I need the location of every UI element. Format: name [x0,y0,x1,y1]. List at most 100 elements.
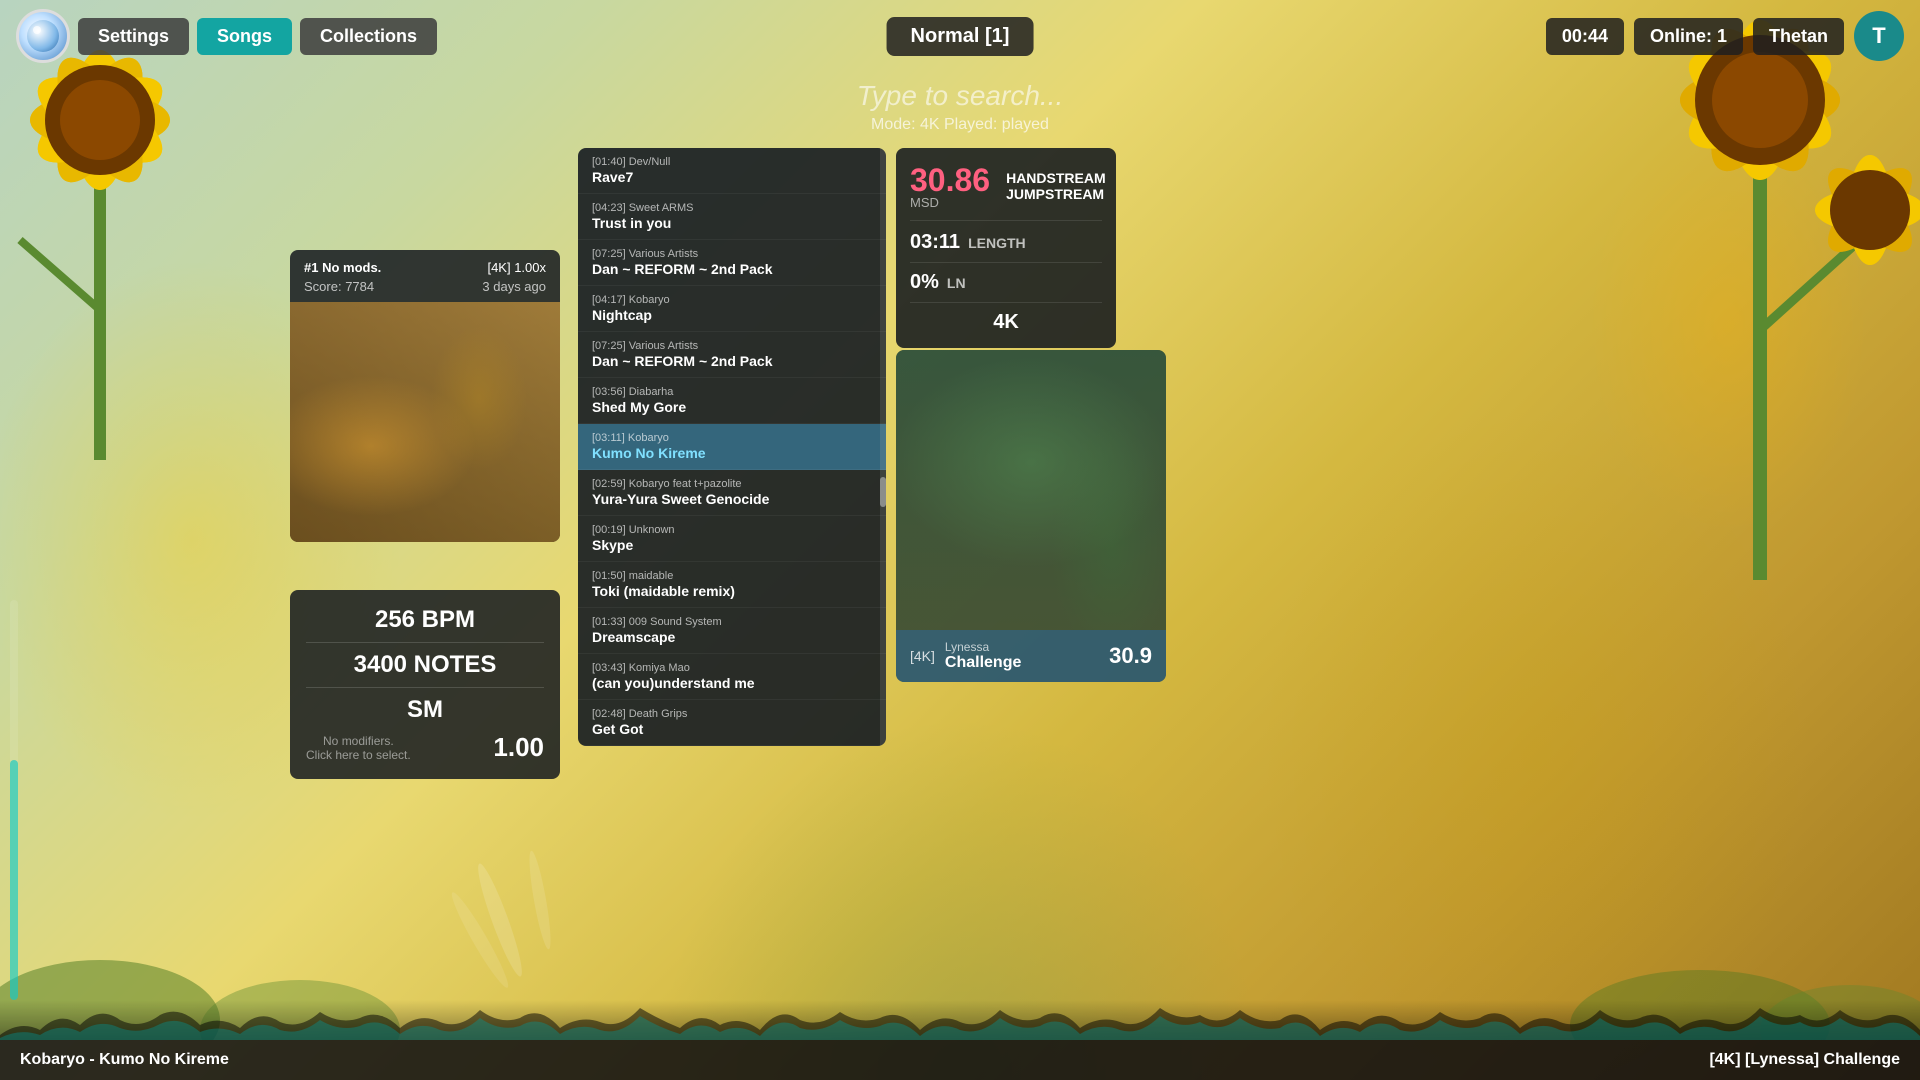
song-list-item[interactable]: [07:25] Various Artists Dan ~ REFORM ~ 2… [578,240,886,286]
diff-name: Challenge [945,654,1021,672]
songs-button[interactable]: Songs [197,18,292,55]
click-label: Click here to select. [306,748,411,762]
volume-bar[interactable] [10,600,18,1000]
settings-button[interactable]: Settings [78,18,189,55]
song-title: Get Got [592,721,872,737]
song-list-item[interactable]: [02:59] Kobaryo feat t+pazolite Yura-Yur… [578,470,886,516]
score-value-label: Score: 7784 [304,279,374,294]
song-list-panel: [01:40] Dev/Null Rave7 [04:23] Sweet ARM… [578,148,886,746]
song-list-item[interactable]: [03:43] Komiya Mao (can you)understand m… [578,654,886,700]
song-title: Dan ~ REFORM ~ 2nd Pack [592,353,872,369]
diff-footer: [4K] Lynessa Challenge 30.9 [896,630,1166,682]
score-label: Score: [304,279,342,294]
collections-button[interactable]: Collections [300,18,437,55]
msd-score: 30.86 [910,162,990,199]
song-list-item[interactable]: [07:25] Various Artists Dan ~ REFORM ~ 2… [578,332,886,378]
song-list-item[interactable]: [04:17] Kobaryo Nightcap [578,286,886,332]
tag-1: HANDSTREAM [1006,170,1106,186]
song-list-item[interactable]: [02:48] Death Grips Get Got [578,700,886,746]
song-artist: [00:19] Unknown [592,524,872,536]
diff-value: 30.9 [1109,643,1152,669]
song-artist: [03:11] Kobaryo [592,432,872,444]
logo-inner [27,20,59,52]
score-rate: [4K] 1.00x [487,260,546,275]
song-list-item[interactable]: [04:23] Sweet ARMS Trust in you [578,194,886,240]
score-thumbnail [290,302,560,542]
stat-rate-row: No modifiers. Click here to select. 1.00 [306,732,544,763]
score-panel: #1 No mods. [4K] 1.00x Score: 7784 3 day… [290,250,560,542]
song-artist: [04:17] Kobaryo [592,294,872,306]
username-label: Thetan [1769,26,1828,46]
stat-divider-1 [306,642,544,643]
song-title: Trust in you [592,215,872,231]
score-thumbnail-inner [290,302,560,542]
song-title: Dan ~ REFORM ~ 2nd Pack [592,261,872,277]
diff-thumbnail-inner [896,350,1166,630]
length-num: 03:11 [910,231,960,254]
online-badge: Online: 1 [1634,18,1743,55]
diff-info: Lynessa Challenge [945,640,1021,672]
search-meta: Mode: 4K Played: played [710,116,1210,134]
keys-section: 4K [910,302,1102,334]
rate-value: 1.00 [493,732,544,763]
volume-fill [10,760,18,1000]
song-title: Nightcap [592,307,872,323]
song-title: Dreamscape [592,629,872,645]
song-title: Shed My Gore [592,399,872,415]
username-badge[interactable]: Thetan [1753,18,1844,55]
waveform [0,1000,1920,1040]
song-list-item[interactable]: [01:33] 009 Sound System Dreamscape [578,608,886,654]
ln-label: LN [947,275,966,291]
timer-value: 00:44 [1562,26,1608,46]
song-artist: [01:33] 009 Sound System [592,616,872,628]
score-value: 7784 [345,279,374,294]
song-title: Toki (maidable remix) [592,583,872,599]
stat-rate-labels: No modifiers. Click here to select. [306,734,411,762]
song-list: [01:40] Dev/Null Rave7 [04:23] Sweet ARM… [578,148,886,746]
info-panel: 30.86 MSD HANDSTREAM JUMPSTREAM 03:11 LE… [896,148,1116,348]
topbar: Settings Songs Collections Normal [1] 00… [0,0,1920,72]
online-value: Online: 1 [1650,26,1727,46]
avatar[interactable]: T [1854,11,1904,61]
diff-creator: Lynessa [945,640,1021,654]
song-title: Rave7 [592,169,872,185]
song-artist: [04:23] Sweet ARMS [592,202,872,214]
status-diff-info: [4K] [Lynessa] Challenge [1709,1051,1900,1069]
score-date: 3 days ago [482,279,546,294]
song-artist: [02:48] Death Grips [592,708,872,720]
diff-panel[interactable]: [4K] Lynessa Challenge 30.9 [896,350,1166,682]
song-list-item[interactable]: [01:50] maidable Toki (maidable remix) [578,562,886,608]
ln-row: 0% LN [910,262,1102,294]
song-list-item[interactable]: [00:19] Unknown Skype [578,516,886,562]
diff-key: [4K] [910,648,935,664]
app-logo[interactable] [16,9,70,63]
status-bar: Kobaryo - Kumo No Kireme [4K] [Lynessa] … [0,1040,1920,1080]
search-area: Type to search... Mode: 4K Played: playe… [710,80,1210,134]
length-label: LENGTH [968,235,1026,251]
song-list-item[interactable]: [03:11] Kobaryo Kumo No Kireme [578,424,886,470]
length-row: 03:11 LENGTH [910,220,1102,254]
no-mods-label: No modifiers. [306,734,411,748]
bpm-value: 256 BPM [306,606,544,634]
song-artist: [07:25] Various Artists [592,248,872,260]
mode-badge[interactable]: Normal [1] [887,17,1034,56]
song-list-item[interactable]: [03:56] Diabarha Shed My Gore [578,378,886,424]
mode-label: Normal [1] [911,25,1010,47]
diff-thumbnail [896,350,1166,630]
song-title: (can you)understand me [592,675,872,691]
stats-panel[interactable]: 256 BPM 3400 NOTES SM No modifiers. Clic… [290,590,560,779]
sm-value: SM [306,696,544,724]
search-placeholder[interactable]: Type to search... [710,80,1210,112]
score-panel-header: #1 No mods. [4K] 1.00x [290,250,560,279]
tag-2: JUMPSTREAM [1006,186,1106,202]
keys-value: 4K [910,311,1102,334]
avatar-letter: T [1872,23,1885,49]
score-rank: #1 No mods. [304,260,381,275]
song-artist: [01:40] Dev/Null [592,156,872,168]
song-title: Kumo No Kireme [592,445,872,461]
song-list-item[interactable]: [01:40] Dev/Null Rave7 [578,148,886,194]
song-artist: [02:59] Kobaryo feat t+pazolite [592,478,872,490]
scroll-bar[interactable] [880,148,886,746]
song-title: Skype [592,537,872,553]
scroll-thumb [880,477,886,507]
